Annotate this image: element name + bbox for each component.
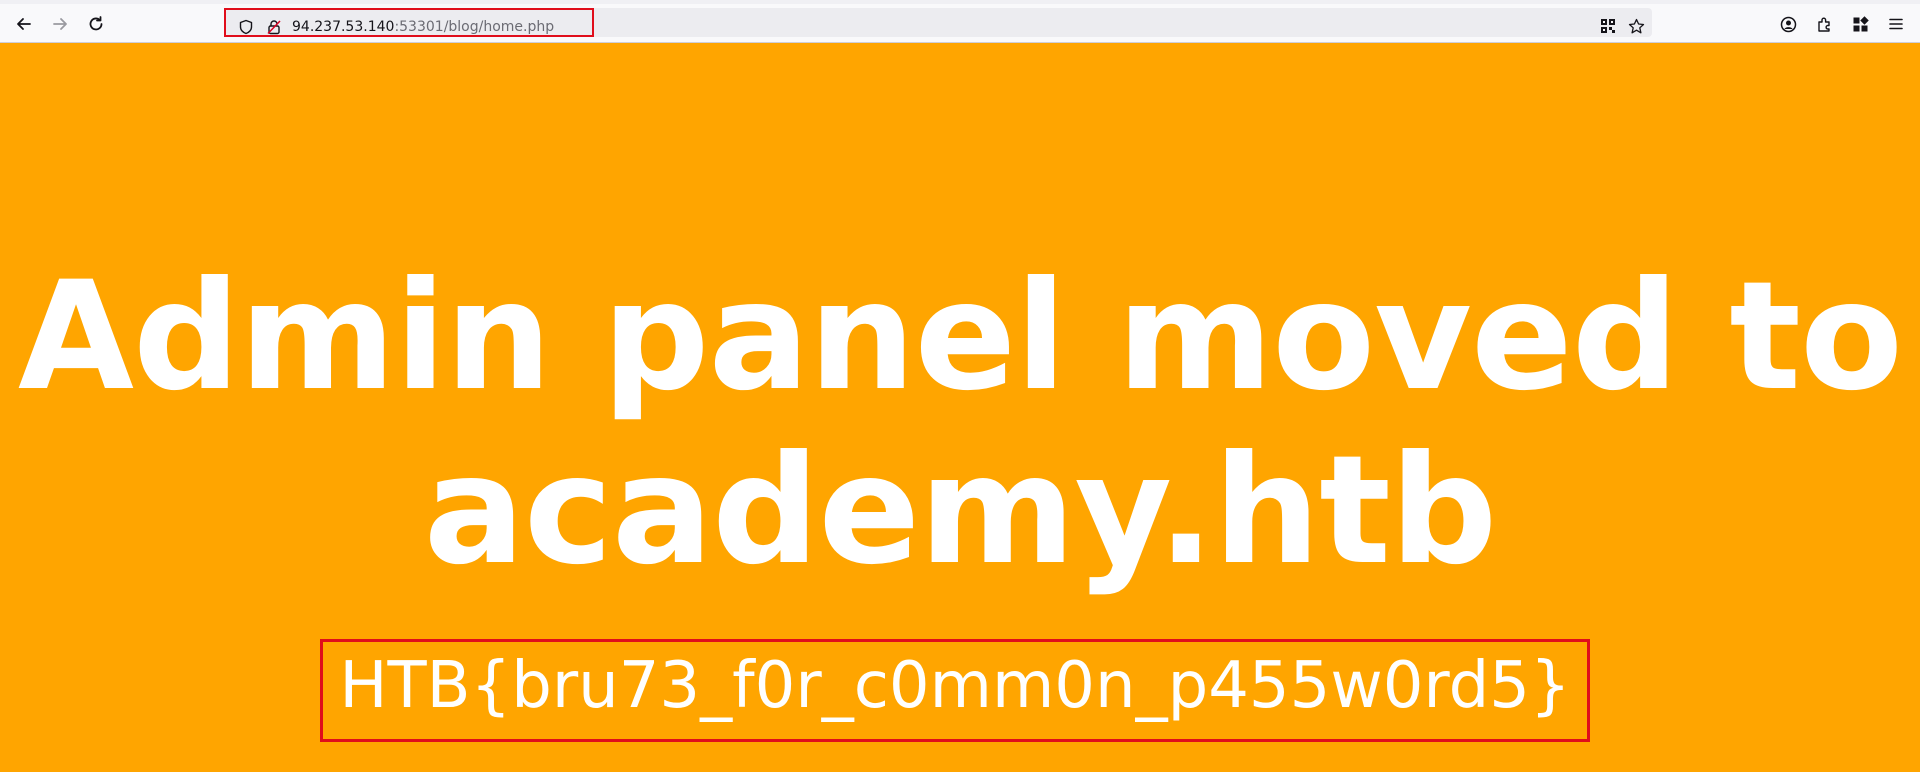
qr-code-icon[interactable] (1600, 18, 1616, 38)
extensions-icon (1817, 17, 1830, 32)
reload-icon (89, 16, 103, 31)
back-button[interactable] (10, 11, 38, 37)
flag-text: HTB{bru73_f0r_c0mm0n_p455w0rd5} (339, 649, 1571, 723)
forward-button[interactable] (46, 11, 74, 37)
apps-button[interactable] (1846, 11, 1874, 37)
shield-icon[interactable] (238, 19, 254, 39)
lock-broken-icon[interactable] (266, 19, 282, 39)
menu-button[interactable] (1882, 11, 1910, 37)
arrow-left-icon (17, 18, 31, 30)
account-icon (1780, 16, 1796, 32)
headline: Admin panel moved to academy.htb (17, 250, 1903, 598)
menu-icon (1889, 18, 1903, 30)
bookmark-star-icon[interactable] (1628, 18, 1645, 39)
url-path: :53301/blog/home.php (394, 19, 555, 35)
url-host: 94.237.53.140 (292, 19, 395, 35)
apps-icon (1853, 15, 1869, 31)
arrow-right-icon (53, 18, 67, 30)
account-button[interactable] (1774, 11, 1802, 37)
url-text[interactable]: 94.237.53.140:53301/blog/home.php (292, 17, 554, 37)
browser-toolbar: 94.237.53.140:53301/blog/home.php (0, 4, 1920, 43)
reload-button[interactable] (82, 11, 110, 37)
extensions-button[interactable] (1810, 11, 1838, 37)
